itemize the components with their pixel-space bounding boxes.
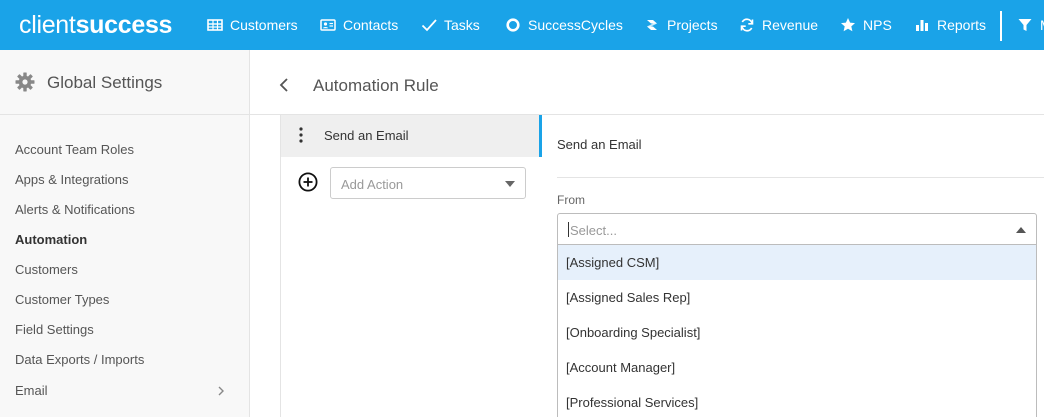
text-cursor	[568, 222, 569, 237]
sidebar-item-alerts-notifications[interactable]: Alerts & Notifications	[15, 202, 135, 217]
action-list: Send an Email Add Action	[280, 115, 542, 417]
projects-icon	[644, 17, 660, 33]
option-onboarding-specialist[interactable]: [Onboarding Specialist]	[558, 315, 1036, 350]
action-item-label: Send an Email	[324, 128, 409, 143]
nav-tasks[interactable]: Tasks	[421, 0, 480, 50]
refresh-icon	[739, 17, 755, 33]
sidebar-header: Global Settings	[0, 50, 249, 115]
sidebar-item-apps-integrations[interactable]: Apps & Integrations	[15, 172, 128, 187]
action-item-send-email[interactable]: Send an Email	[281, 115, 542, 157]
drag-handle-icon[interactable]	[299, 127, 303, 143]
gear-icon	[15, 72, 35, 92]
cycle-ring-icon	[505, 17, 521, 33]
from-label: From	[557, 193, 585, 207]
from-select-input[interactable]: Select...	[557, 213, 1037, 245]
detail-title: Send an Email	[557, 137, 642, 152]
logo-text-light: client	[19, 11, 76, 39]
bar-chart-icon	[914, 17, 930, 33]
sidebar-item-account-team-roles[interactable]: Account Team Roles	[15, 142, 134, 157]
option-account-manager[interactable]: [Account Manager]	[558, 350, 1036, 385]
option-assigned-sales-rep[interactable]: [Assigned Sales Rep]	[558, 280, 1036, 315]
from-placeholder: Select...	[570, 223, 617, 238]
nav-nps[interactable]: NPS	[840, 0, 892, 50]
add-circle-icon[interactable]	[298, 172, 318, 192]
back-chevron-icon[interactable]	[278, 77, 290, 93]
caret-down-icon	[505, 181, 515, 187]
nav-label: Reports	[937, 17, 987, 33]
settings-sidebar: Global Settings Account Team Roles Apps …	[0, 50, 250, 417]
option-assigned-csm[interactable]: [Assigned CSM]	[558, 245, 1036, 280]
nav-reports[interactable]: Reports	[914, 0, 986, 50]
sidebar-title: Global Settings	[47, 73, 163, 92]
nav-label: Tasks	[444, 17, 480, 33]
option-professional-services[interactable]: [Professional Services]	[558, 385, 1036, 417]
add-action-placeholder: Add Action	[341, 177, 404, 192]
nav-label: Revenue	[762, 17, 819, 33]
nav-label: Customers	[230, 17, 298, 33]
logo-text-bold: success	[75, 11, 173, 39]
sidebar-item-customer-types[interactable]: Customer Types	[15, 292, 109, 307]
sidebar-item-data-exports-imports[interactable]: Data Exports / Imports	[15, 352, 144, 367]
star-icon	[840, 17, 856, 33]
filter-icon	[1017, 17, 1033, 33]
nav-contacts[interactable]: Contacts	[320, 0, 398, 50]
nav-label: SuccessCycles	[528, 17, 623, 33]
app-logo[interactable]: clientsuccess	[19, 11, 172, 40]
contact-card-icon	[320, 17, 336, 33]
page-header: Automation Rule	[250, 50, 1044, 115]
page-title: Automation Rule	[313, 76, 439, 95]
chevron-right-icon[interactable]	[216, 386, 226, 396]
nav-divider	[1000, 11, 1002, 41]
nav-label: M	[1040, 17, 1044, 33]
nav-more[interactable]: M	[1017, 0, 1044, 50]
nav-customers[interactable]: Customers	[207, 0, 298, 50]
sidebar-item-field-settings[interactable]: Field Settings	[15, 322, 94, 337]
from-options-list: [Assigned CSM] [Assigned Sales Rep] [Onb…	[557, 245, 1037, 417]
nav-revenue[interactable]: Revenue	[739, 0, 818, 50]
sidebar-item-email[interactable]: Email	[15, 383, 48, 398]
top-navigation-bar: clientsuccess Customers Contacts Tasks S…	[0, 0, 1044, 50]
checkmark-icon	[421, 17, 437, 33]
divider	[557, 177, 1044, 178]
nav-projects[interactable]: Projects	[644, 0, 718, 50]
sidebar-item-customers[interactable]: Customers	[15, 262, 78, 277]
add-action-select[interactable]: Add Action	[330, 167, 526, 199]
nav-label: Contacts	[343, 17, 399, 33]
caret-up-icon[interactable]	[1016, 227, 1026, 233]
action-detail-panel: Send an Email From Select... [Assigned C…	[543, 115, 1044, 417]
table-icon	[207, 17, 223, 33]
nav-label: NPS	[863, 17, 892, 33]
nav-label: Projects	[667, 17, 718, 33]
nav-successcycles[interactable]: SuccessCycles	[505, 0, 623, 50]
sidebar-item-automation[interactable]: Automation	[15, 232, 87, 247]
